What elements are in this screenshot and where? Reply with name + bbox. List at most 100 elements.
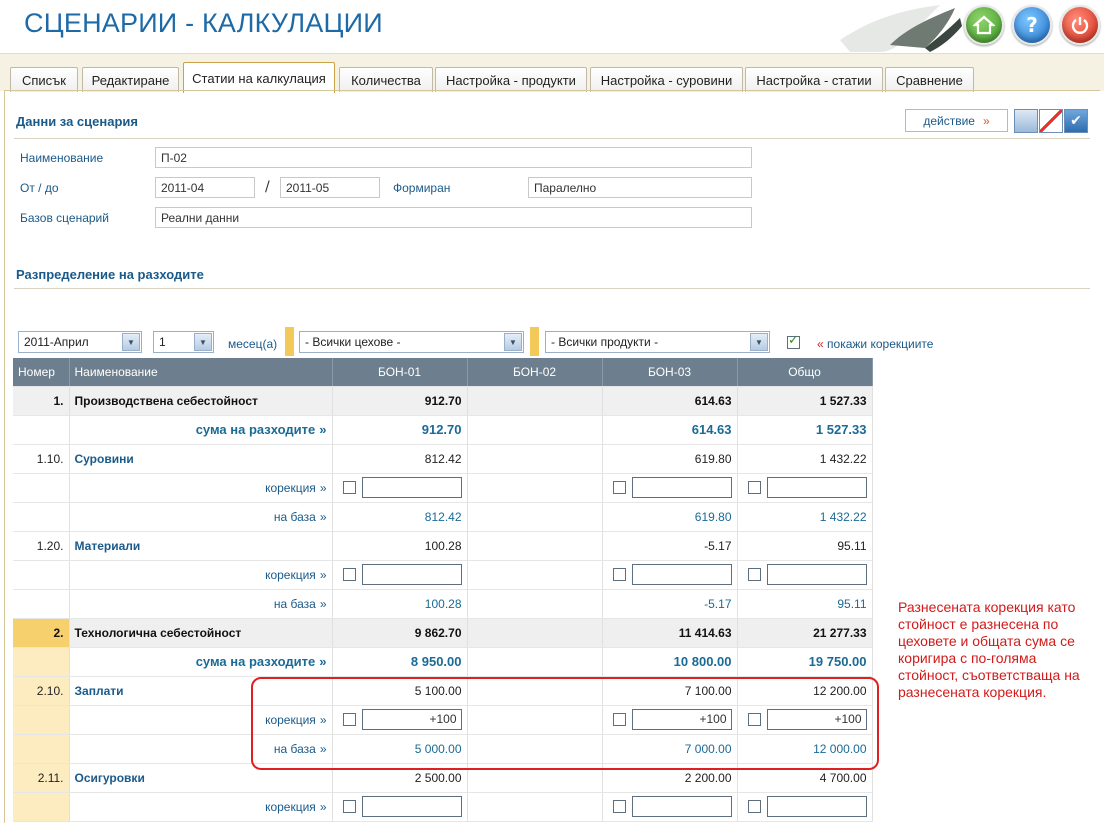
table-row: корекция» <box>13 560 873 590</box>
correction-input[interactable] <box>766 477 867 498</box>
chevron-right-icon: » <box>319 509 327 524</box>
chevron-down-icon: ▼ <box>504 333 522 351</box>
cell-value <box>467 386 603 416</box>
sum-link[interactable]: сума на разходите» <box>69 647 333 677</box>
correction-input[interactable] <box>361 564 462 585</box>
row-name[interactable]: Суровини <box>69 444 333 474</box>
cancel-button[interactable] <box>1039 109 1063 133</box>
table-header-row: Номер Наименование БОН-01 БОН-02 БОН-03 … <box>13 358 873 387</box>
chevron-down-icon: ▼ <box>194 333 212 351</box>
correction-checkbox[interactable] <box>342 568 356 581</box>
tab-settings-materials[interactable]: Настройка - суровини <box>590 67 743 92</box>
correction-input[interactable] <box>766 796 867 817</box>
cell-value: 9 862.70 <box>332 618 468 648</box>
tab-bar: Списък Редактиране Статии на калкулация … <box>0 53 1104 93</box>
correction-input[interactable] <box>631 564 732 585</box>
correction-input[interactable] <box>361 477 462 498</box>
correction-checkbox[interactable] <box>747 481 761 494</box>
table-row: 1.20. Материали 100.28 -5.17 95.11 <box>13 531 873 561</box>
cell-value: 1 432.22 <box>737 444 873 474</box>
divider <box>14 288 1090 289</box>
correction-link[interactable]: корекция» <box>69 560 333 590</box>
cell-value: 812.42 <box>332 502 468 532</box>
cell-value: 100.28 <box>332 589 468 619</box>
correction-input[interactable] <box>631 796 732 817</box>
chevron-right-icon: » <box>319 422 327 437</box>
row-number: 2. <box>13 618 70 648</box>
tab-list[interactable]: Списък <box>10 67 78 92</box>
chevron-right-icon: » <box>319 596 327 611</box>
row-number <box>13 647 70 677</box>
show-corrections-checkbox[interactable] <box>787 333 800 349</box>
table-row: 2. Технологична себестойност 9 862.70 11… <box>13 618 873 648</box>
tab-quantities[interactable]: Количества <box>339 67 433 92</box>
correction-input[interactable] <box>631 477 732 498</box>
chevron-right-icon: » <box>982 113 990 128</box>
annotation-highlight <box>251 677 879 770</box>
cell-value: 614.63 <box>602 386 738 416</box>
table-row: 1. Производствена себестойност 912.70 61… <box>13 386 873 416</box>
chevron-right-icon: » <box>319 654 327 669</box>
home-icon <box>973 15 995 35</box>
correction-link[interactable]: корекция» <box>69 473 333 503</box>
sum-link[interactable]: сума на разходите» <box>69 415 333 445</box>
correction-checkbox[interactable] <box>342 481 356 494</box>
tab-calculation-articles[interactable]: Статии на калкулация <box>183 62 335 93</box>
action-button[interactable]: действие » <box>905 109 1008 132</box>
correction-checkbox[interactable] <box>747 800 761 813</box>
cell-value: 8 950.00 <box>332 647 468 677</box>
col-header-total: Общо <box>737 358 873 387</box>
correction-link-label: корекция <box>265 567 316 582</box>
sum-link-label: сума на разходите <box>195 422 316 437</box>
home-button[interactable] <box>964 5 1004 45</box>
annotation-note: Разнесената корекция като стойност е раз… <box>896 597 1088 784</box>
period-label: От / до <box>20 181 59 195</box>
to-field[interactable]: 2011-05 <box>280 177 380 198</box>
base-link[interactable]: на база» <box>69 502 333 532</box>
row-number: 1.10. <box>13 444 70 474</box>
cell-value: 1 527.33 <box>737 386 873 416</box>
cell-value: 95.11 <box>737 531 873 561</box>
chevron-down-icon: ▼ <box>122 333 140 351</box>
filter-marker <box>530 327 539 356</box>
month-count-select[interactable]: 1 ▼ <box>153 331 214 353</box>
correction-checkbox[interactable] <box>612 800 626 813</box>
formed-field[interactable]: Паралелно <box>528 177 752 198</box>
base-link[interactable]: на база» <box>69 589 333 619</box>
base-scenario-field[interactable]: Реални данни <box>155 207 752 228</box>
col-header-name: Наименование <box>69 358 333 387</box>
correction-checkbox[interactable] <box>612 568 626 581</box>
divider <box>14 138 1090 139</box>
correction-input[interactable] <box>766 564 867 585</box>
tab-settings-products[interactable]: Настройка - продукти <box>435 67 587 92</box>
chevron-right-icon: » <box>319 799 327 814</box>
logout-button[interactable] <box>1060 5 1100 45</box>
show-corrections-label[interactable]: « покажи корекциите <box>817 337 933 351</box>
cell-value <box>467 444 603 474</box>
cell-value: 95.11 <box>737 589 873 619</box>
name-field[interactable]: П-02 <box>155 147 752 168</box>
correction-checkbox[interactable] <box>747 568 761 581</box>
help-button[interactable]: ? <box>1012 5 1052 45</box>
products-select[interactable]: - Всички продукти - ▼ <box>545 331 770 353</box>
from-field[interactable]: 2011-04 <box>155 177 255 198</box>
correction-input[interactable] <box>361 796 462 817</box>
correction-cell <box>332 560 468 590</box>
correction-link[interactable]: корекция» <box>69 792 333 822</box>
tab-edit[interactable]: Редактиране <box>82 67 179 92</box>
confirm-button[interactable]: ✔ <box>1064 109 1088 133</box>
sum-link-label: сума на разходите <box>195 654 316 669</box>
correction-checkbox[interactable] <box>342 800 356 813</box>
print-button[interactable] <box>1014 109 1038 133</box>
show-corrections-text: покажи корекциите <box>827 337 934 351</box>
month-select[interactable]: 2011-Април ▼ <box>18 331 142 353</box>
cell-value: -5.17 <box>602 589 738 619</box>
workshop-select[interactable]: - Всички цехове - ▼ <box>299 331 524 353</box>
chevron-right-icon: » <box>319 480 327 495</box>
tab-comparison[interactable]: Сравнение <box>885 67 974 92</box>
correction-cell <box>467 792 603 822</box>
cell-value: 100.28 <box>332 531 468 561</box>
row-name[interactable]: Материали <box>69 531 333 561</box>
tab-settings-articles[interactable]: Настройка - статии <box>745 67 883 92</box>
correction-checkbox[interactable] <box>612 481 626 494</box>
